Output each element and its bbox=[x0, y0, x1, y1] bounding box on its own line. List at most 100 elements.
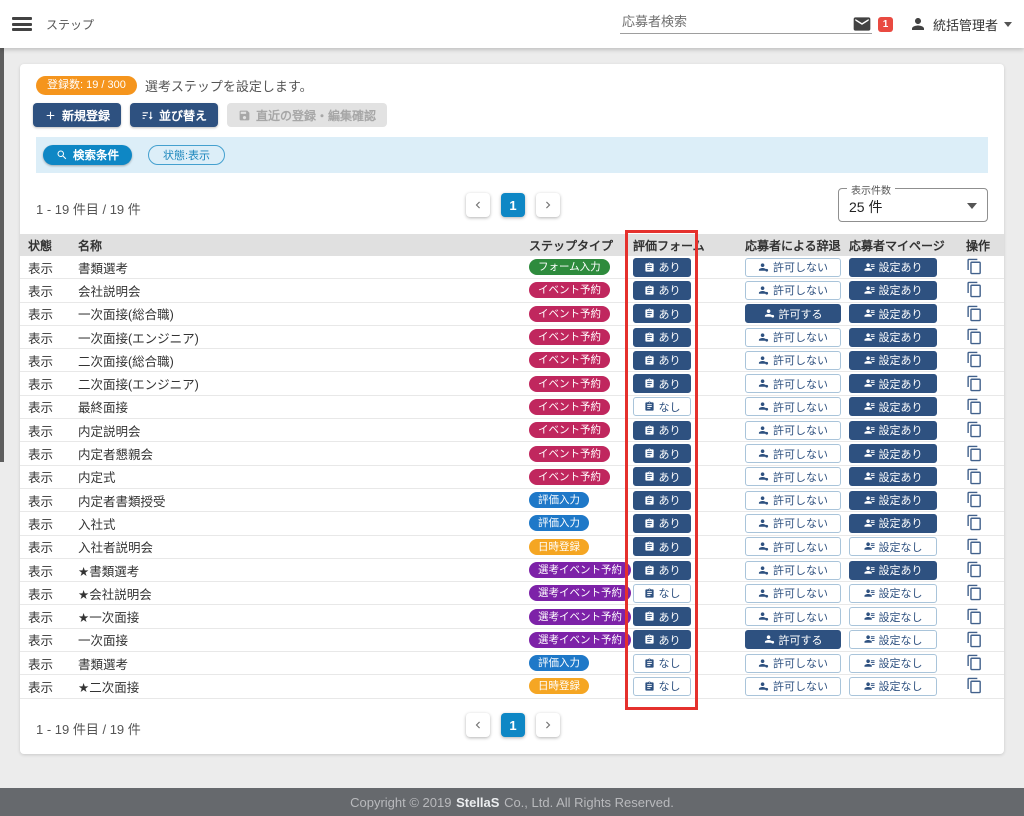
resign-button[interactable]: 許可しない bbox=[745, 444, 841, 463]
header-eval-form: 評価フォーム bbox=[631, 237, 743, 254]
user-menu[interactable]: 統括管理者 bbox=[933, 15, 998, 34]
mypage-button[interactable]: 設定あり bbox=[849, 421, 937, 440]
eval-form-button[interactable]: あり bbox=[633, 537, 691, 556]
eval-form-cell: なし bbox=[631, 584, 743, 603]
copy-step-button[interactable] bbox=[966, 654, 984, 672]
mypage-button[interactable]: 設定あり bbox=[849, 351, 937, 370]
mypage-button[interactable]: 設定あり bbox=[849, 491, 937, 510]
new-registration-button[interactable]: 新規登録 bbox=[33, 103, 121, 127]
mypage-button[interactable]: 設定あり bbox=[849, 467, 937, 486]
mypage-button[interactable]: 設定あり bbox=[849, 281, 937, 300]
chevron-down-icon[interactable] bbox=[1004, 22, 1012, 27]
per-page-select[interactable]: 表示件数 25 件 bbox=[838, 188, 988, 222]
mypage-button[interactable]: 設定あり bbox=[849, 444, 937, 463]
copy-step-button[interactable] bbox=[966, 608, 984, 626]
applicant-search-input[interactable] bbox=[620, 10, 872, 34]
sort-icon bbox=[141, 109, 154, 122]
resign-button[interactable]: 許可しない bbox=[745, 281, 841, 300]
status-filter-chip[interactable]: 状態:表示 bbox=[148, 145, 225, 165]
mypage-button[interactable]: 設定あり bbox=[849, 514, 937, 533]
copy-step-button[interactable] bbox=[966, 421, 984, 439]
eval-form-button[interactable]: あり bbox=[633, 561, 691, 580]
resign-button[interactable]: 許可しない bbox=[745, 607, 841, 626]
resign-button[interactable]: 許可しない bbox=[745, 514, 841, 533]
copy-step-button[interactable] bbox=[966, 631, 984, 649]
mypage-button[interactable]: 設定なし bbox=[849, 630, 937, 649]
resign-button[interactable]: 許可しない bbox=[745, 328, 841, 347]
resign-button[interactable]: 許可しない bbox=[745, 258, 841, 277]
mypage-button[interactable]: 設定あり bbox=[849, 258, 937, 277]
copy-step-button[interactable] bbox=[966, 584, 984, 602]
resign-button[interactable]: 許可しない bbox=[745, 584, 841, 603]
steps-card: 登録数: 19 / 300 選考ステップを設定します。 新規登録 並び替え 直近… bbox=[20, 64, 1004, 754]
mypage-button[interactable]: 設定なし bbox=[849, 654, 937, 673]
resign-button[interactable]: 許可する bbox=[745, 304, 841, 323]
resign-button[interactable]: 許可しない bbox=[745, 421, 841, 440]
resign-button[interactable]: 許可しない bbox=[745, 561, 841, 580]
eval-form-button[interactable]: あり bbox=[633, 444, 691, 463]
eval-form-button[interactable]: あり bbox=[633, 258, 691, 277]
resign-button[interactable]: 許可しない bbox=[745, 467, 841, 486]
eval-form-button[interactable]: あり bbox=[633, 630, 691, 649]
eval-form-button[interactable]: あり bbox=[633, 304, 691, 323]
resign-button[interactable]: 許可しない bbox=[745, 677, 841, 696]
eval-form-button[interactable]: あり bbox=[633, 351, 691, 370]
mypage-button[interactable]: 設定あり bbox=[849, 561, 937, 580]
clipboard-icon bbox=[644, 588, 655, 599]
resign-button[interactable]: 許可しない bbox=[745, 491, 841, 510]
step-type-pill: 選考イベント予約 bbox=[527, 585, 631, 601]
prev-page-button[interactable] bbox=[466, 713, 490, 737]
resign-button[interactable]: 許可しない bbox=[745, 537, 841, 556]
resign-button[interactable]: 許可する bbox=[745, 630, 841, 649]
mypage-button[interactable]: 設定あり bbox=[849, 328, 937, 347]
copy-step-button[interactable] bbox=[966, 351, 984, 369]
mail-icon[interactable] bbox=[852, 14, 872, 34]
copy-step-button[interactable] bbox=[966, 538, 984, 556]
eval-form-button[interactable]: なし bbox=[633, 584, 691, 603]
mypage-button[interactable]: 設定あり bbox=[849, 397, 937, 416]
copy-step-button[interactable] bbox=[966, 398, 984, 416]
clipboard-icon bbox=[644, 658, 655, 669]
copy-step-button[interactable] bbox=[966, 491, 984, 509]
eval-form-button[interactable]: あり bbox=[633, 514, 691, 533]
resign-button[interactable]: 許可しない bbox=[745, 351, 841, 370]
search-conditions-button[interactable]: 検索条件 bbox=[43, 145, 132, 165]
copy-step-button[interactable] bbox=[966, 281, 984, 299]
page-1-button[interactable]: 1 bbox=[501, 713, 525, 737]
mypage-button[interactable]: 設定なし bbox=[849, 677, 937, 696]
sort-button[interactable]: 並び替え bbox=[130, 103, 218, 127]
eval-form-button[interactable]: あり bbox=[633, 467, 691, 486]
eval-form-button[interactable]: なし bbox=[633, 677, 691, 696]
page-1-button[interactable]: 1 bbox=[501, 193, 525, 217]
copy-step-button[interactable] bbox=[966, 258, 984, 276]
copy-step-button[interactable] bbox=[966, 375, 984, 393]
mypage-button[interactable]: 設定なし bbox=[849, 607, 937, 626]
eval-form-button[interactable]: あり bbox=[633, 281, 691, 300]
eval-form-button[interactable]: あり bbox=[633, 374, 691, 393]
next-page-button[interactable] bbox=[536, 193, 560, 217]
copy-step-button[interactable] bbox=[966, 677, 984, 695]
resign-button[interactable]: 許可しない bbox=[745, 374, 841, 393]
copy-step-button[interactable] bbox=[966, 328, 984, 346]
copy-step-button[interactable] bbox=[966, 468, 984, 486]
prev-page-button[interactable] bbox=[466, 193, 490, 217]
eval-form-button[interactable]: あり bbox=[633, 491, 691, 510]
mypage-button[interactable]: 設定なし bbox=[849, 537, 937, 556]
eval-form-button[interactable]: あり bbox=[633, 421, 691, 440]
mypage-button[interactable]: 設定なし bbox=[849, 584, 937, 603]
copy-step-button[interactable] bbox=[966, 561, 984, 579]
copy-step-button[interactable] bbox=[966, 305, 984, 323]
copy-step-button[interactable] bbox=[966, 514, 984, 532]
resign-button[interactable]: 許可しない bbox=[745, 397, 841, 416]
copy-step-button[interactable] bbox=[966, 445, 984, 463]
next-page-button[interactable] bbox=[536, 713, 560, 737]
eval-form-cell: あり bbox=[631, 630, 743, 649]
mypage-button[interactable]: 設定あり bbox=[849, 374, 937, 393]
menu-icon[interactable] bbox=[12, 17, 32, 31]
eval-form-button[interactable]: あり bbox=[633, 328, 691, 347]
mypage-button[interactable]: 設定あり bbox=[849, 304, 937, 323]
eval-form-button[interactable]: なし bbox=[633, 654, 691, 673]
eval-form-button[interactable]: あり bbox=[633, 607, 691, 626]
eval-form-button[interactable]: なし bbox=[633, 397, 691, 416]
resign-button[interactable]: 許可しない bbox=[745, 654, 841, 673]
